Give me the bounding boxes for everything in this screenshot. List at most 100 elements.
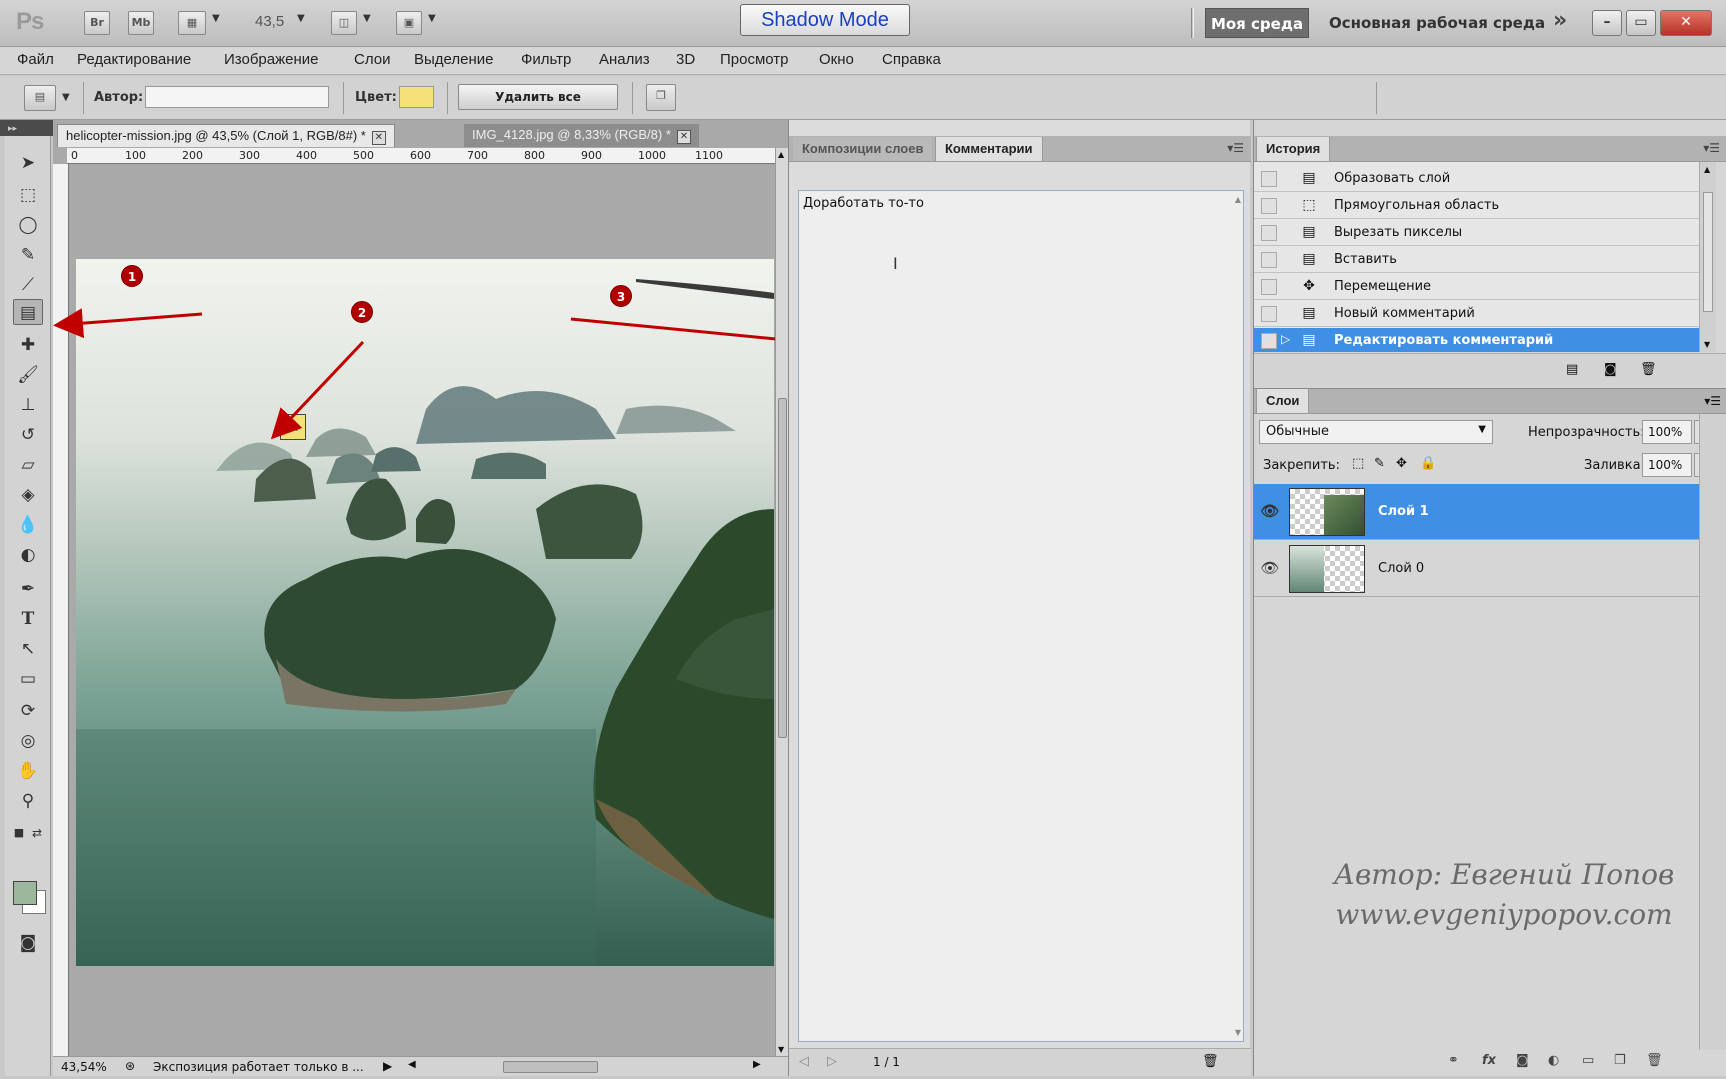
history-item[interactable]: ✥ Перемещение: [1254, 274, 1699, 300]
history-brush-tool-icon[interactable]: ↺: [13, 422, 43, 448]
scroll-down-icon[interactable]: ▼: [778, 1045, 784, 1054]
history-item[interactable]: ▤ Вставить: [1254, 247, 1699, 273]
eraser-tool-icon[interactable]: ▱: [13, 452, 43, 478]
layers-scrollbar-track[interactable]: [1699, 414, 1726, 1050]
panel-menu-icon[interactable]: ▾☰: [1227, 141, 1244, 155]
lock-all-icon[interactable]: 🔒: [1420, 456, 1436, 471]
default-colors-icon[interactable]: ■: [9, 820, 29, 846]
layer-row[interactable]: 👁 Слой 0: [1254, 541, 1699, 597]
history-source-checkbox[interactable]: [1261, 306, 1277, 322]
status-menu-arrow-icon[interactable]: ▶: [383, 1059, 392, 1073]
chevron-down-icon[interactable]: ▼: [62, 92, 70, 103]
menu-window[interactable]: Окно: [819, 51, 854, 68]
minimize-button[interactable]: –: [1592, 10, 1622, 36]
chevron-down-icon[interactable]: ▼: [212, 13, 220, 24]
tab-history[interactable]: История: [1256, 137, 1331, 161]
history-item[interactable]: ⬚ Прямоугольная область: [1254, 193, 1699, 219]
view-extras-button[interactable]: ▦: [178, 11, 206, 35]
adjustment-layer-icon[interactable]: ◐: [1548, 1053, 1559, 1068]
history-scrollbar[interactable]: ▲ ▼: [1699, 162, 1716, 352]
blur-tool-icon[interactable]: 💧: [13, 512, 43, 538]
history-item[interactable]: ▤ Вырезать пикселы: [1254, 220, 1699, 246]
link-layers-icon[interactable]: ⚭: [1448, 1053, 1459, 1068]
chevron-down-icon[interactable]: ▼: [428, 13, 436, 24]
trash-icon[interactable]: 🗑: [1640, 362, 1657, 377]
new-group-icon[interactable]: ▭: [1582, 1053, 1594, 1068]
lock-paint-icon[interactable]: ✎: [1374, 456, 1385, 471]
panel-menu-icon[interactable]: ▾☰: [1704, 394, 1721, 408]
dodge-tool-icon[interactable]: ◐: [13, 542, 43, 568]
history-source-checkbox[interactable]: [1261, 225, 1277, 241]
menu-layers[interactable]: Слои: [354, 51, 390, 68]
bridge-button[interactable]: Br: [84, 11, 110, 35]
new-layer-icon[interactable]: ❐: [1614, 1053, 1626, 1068]
workspace-essentials-button[interactable]: Основная рабочая среда: [1329, 14, 1545, 32]
chevron-down-icon[interactable]: ▼: [297, 13, 305, 24]
3d-orbit-tool-icon[interactable]: ◎: [13, 728, 43, 754]
menu-select[interactable]: Выделение: [414, 51, 493, 68]
path-selection-tool-icon[interactable]: ↖: [13, 636, 43, 662]
screen-mode-button[interactable]: ▣: [396, 11, 422, 35]
menu-help[interactable]: Справка: [882, 51, 941, 68]
history-item[interactable]: ▤ Образовать слой: [1254, 166, 1699, 192]
history-source-checkbox[interactable]: [1261, 198, 1277, 214]
arrange-documents-button[interactable]: ◫: [331, 11, 357, 35]
horizontal-scroll-thumb[interactable]: [503, 1061, 598, 1073]
history-source-checkbox[interactable]: [1261, 171, 1277, 187]
workspace-my-button[interactable]: Моя среда: [1205, 8, 1309, 38]
lock-position-icon[interactable]: ✥: [1396, 456, 1407, 471]
info-icon[interactable]: ⊛: [125, 1059, 135, 1073]
note-tool-icon[interactable]: ▤: [13, 299, 43, 325]
mini-bridge-button[interactable]: Mb: [128, 11, 154, 35]
3d-rotate-tool-icon[interactable]: ⟳: [13, 698, 43, 724]
menu-analysis[interactable]: Анализ: [599, 51, 650, 68]
history-source-checkbox[interactable]: [1261, 252, 1277, 268]
panel-menu-icon[interactable]: ▾☰: [1703, 141, 1720, 155]
menu-image[interactable]: Изображение: [224, 51, 319, 68]
brush-tool-icon[interactable]: 🖌: [13, 362, 43, 388]
blend-mode-select[interactable]: Обычные ▼: [1259, 420, 1493, 444]
history-source-checkbox[interactable]: [1261, 333, 1277, 349]
quick-selection-tool-icon[interactable]: ✎: [13, 242, 43, 268]
scroll-up-icon[interactable]: ▲: [778, 150, 784, 159]
layer-name[interactable]: Слой 0: [1378, 561, 1424, 576]
lasso-tool-icon[interactable]: ◯: [13, 212, 43, 238]
snapshot-icon[interactable]: ▤: [1566, 362, 1578, 377]
scroll-left-icon[interactable]: ◀: [408, 1059, 416, 1070]
scroll-thumb[interactable]: [1703, 192, 1713, 312]
move-tool-icon[interactable]: ➤: [13, 150, 43, 176]
chevron-down-icon[interactable]: ▼: [363, 13, 371, 24]
note-tool-preset-icon[interactable]: ▤: [24, 85, 56, 111]
close-button[interactable]: ✕: [1660, 10, 1712, 36]
menu-3d[interactable]: 3D: [676, 51, 695, 68]
rectangle-tool-icon[interactable]: ▭: [13, 666, 43, 692]
menu-file[interactable]: Файл: [17, 51, 54, 68]
menu-view[interactable]: Просмотр: [720, 51, 789, 68]
scroll-thumb[interactable]: [778, 398, 787, 738]
history-item-active[interactable]: ▷ ▤ Редактировать комментарий: [1254, 328, 1699, 352]
paint-bucket-tool-icon[interactable]: ◈: [13, 482, 43, 508]
foreground-color-swatch[interactable]: [13, 881, 37, 905]
maximize-button[interactable]: ▭: [1626, 10, 1656, 36]
zoom-level[interactable]: 43,5: [255, 13, 284, 30]
note-color-swatch[interactable]: [399, 86, 434, 108]
eye-icon[interactable]: 👁: [1260, 502, 1280, 522]
show-comments-panel-icon[interactable]: ❐: [646, 84, 676, 111]
quick-mask-icon[interactable]: ◙: [13, 930, 43, 956]
scroll-right-icon[interactable]: ▶: [753, 1059, 761, 1070]
tools-collapse-strip[interactable]: ▸▸: [0, 120, 53, 136]
scroll-up-icon[interactable]: ▲: [1704, 165, 1710, 174]
menu-edit[interactable]: Редактирование: [77, 51, 191, 68]
clone-stamp-tool-icon[interactable]: ⊥: [13, 392, 43, 418]
scroll-up-icon[interactable]: ▲: [1235, 195, 1241, 204]
zoom-tool-icon[interactable]: ⚲: [13, 788, 43, 814]
tab-comments[interactable]: Комментарии: [935, 137, 1043, 161]
tab-layer-comps[interactable]: Композиции слоев: [793, 137, 933, 161]
pen-tool-icon[interactable]: ✒: [13, 576, 43, 602]
author-field[interactable]: [145, 86, 329, 108]
history-item[interactable]: ▤ Новый комментарий: [1254, 301, 1699, 327]
healing-brush-tool-icon[interactable]: ✚: [13, 332, 43, 358]
scroll-down-icon[interactable]: ▼: [1235, 1028, 1241, 1037]
layer-row-active[interactable]: 👁 Слой 1: [1254, 484, 1699, 540]
fx-icon[interactable]: fx: [1482, 1053, 1496, 1068]
